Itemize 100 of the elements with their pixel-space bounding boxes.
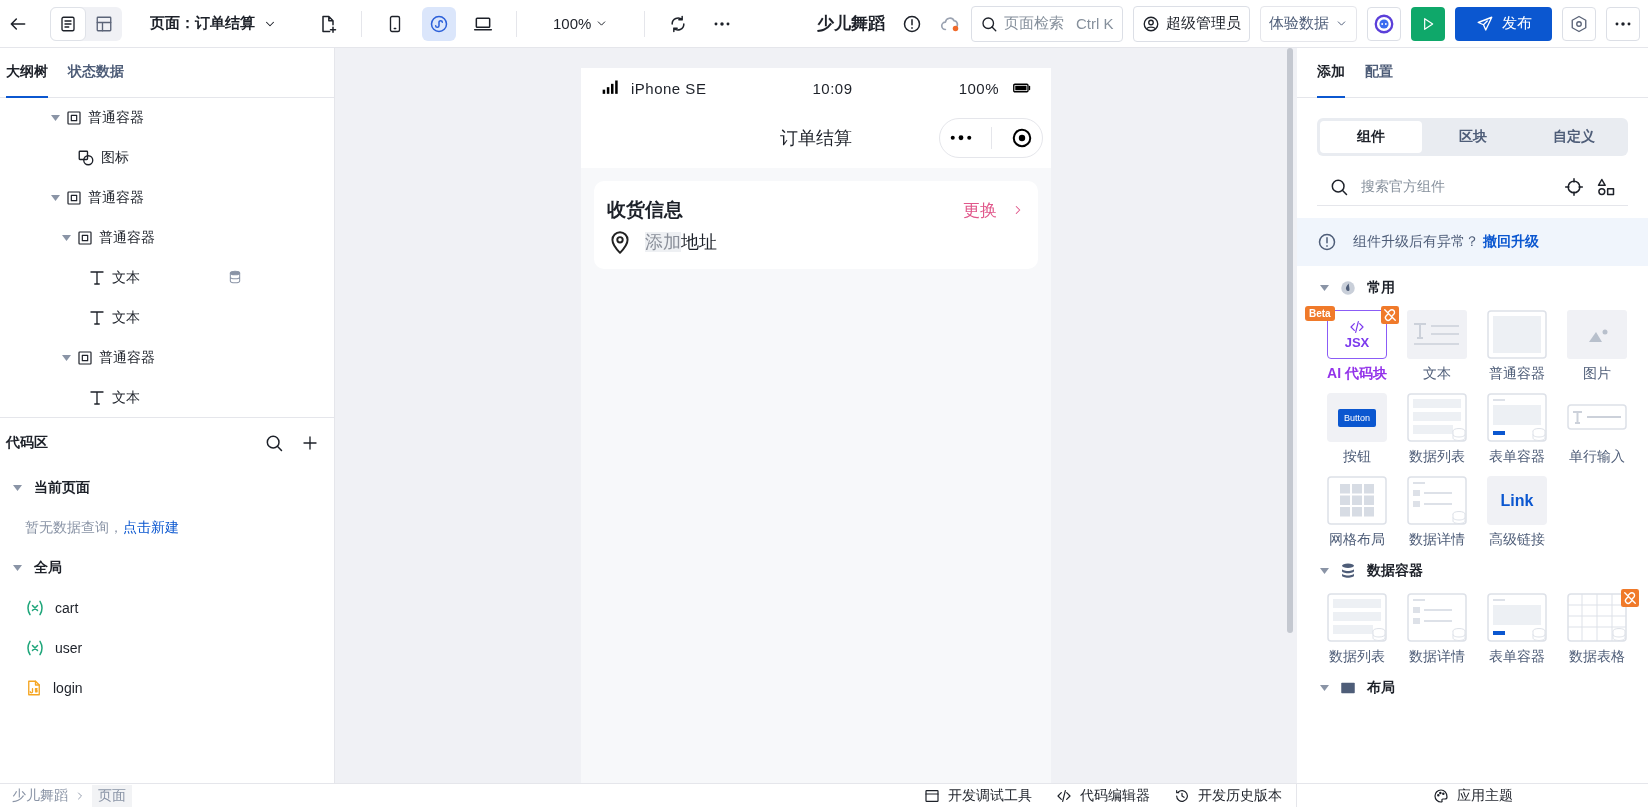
run-button[interactable]: [1411, 6, 1445, 41]
notice-text: 组件升级后有异常？: [1353, 233, 1479, 251]
plus-icon: [301, 434, 319, 452]
tree-item-label[interactable]: 普通容器: [99, 349, 155, 367]
status-time: 10:09: [812, 79, 853, 97]
shapes-icon[interactable]: [1596, 176, 1616, 197]
component-thumbnail[interactable]: [1327, 593, 1387, 642]
tree-item-label[interactable]: 文本: [112, 309, 140, 327]
panel-tab[interactable]: 添加: [1317, 48, 1345, 98]
segment-tab[interactable]: 自定义: [1523, 121, 1625, 153]
search-icon: [264, 433, 284, 453]
capsule-menu[interactable]: [939, 118, 1043, 158]
group-label[interactable]: 当前页面: [34, 479, 90, 497]
component-label[interactable]: 表单容器: [1489, 448, 1545, 466]
page-selector[interactable]: 页面：订单结算: [144, 13, 283, 34]
app-title: 少儿舞蹈: [817, 13, 885, 35]
panel-tab[interactable]: 大纲树: [6, 48, 48, 98]
code-item-label[interactable]: user: [55, 640, 83, 656]
component-thumbnail[interactable]: [1567, 310, 1627, 359]
caret-icon[interactable]: [50, 115, 60, 121]
tree-item-label[interactable]: 文本: [112, 389, 140, 407]
zoom-selector[interactable]: 100%: [547, 14, 615, 33]
page-title: 订单结算: [780, 127, 852, 150]
tool-button[interactable]: 开发调试工具: [924, 786, 1032, 805]
component-label[interactable]: 数据列表: [1409, 448, 1465, 466]
component-label[interactable]: 普通容器: [1489, 365, 1545, 383]
tree-item-label[interactable]: 普通容器: [88, 109, 144, 127]
component-label[interactable]: 文本: [1423, 365, 1451, 383]
tree-item-label[interactable]: 普通容器: [88, 189, 144, 207]
search-icon: [980, 14, 998, 33]
theme-button[interactable]: 应用主题: [1432, 786, 1513, 805]
target-icon: [1010, 127, 1033, 149]
assistant-button[interactable]: [1367, 6, 1401, 41]
caret-icon[interactable]: [50, 195, 60, 201]
more-icon: [714, 21, 731, 26]
group-label[interactable]: 全局: [34, 559, 62, 577]
create-link[interactable]: 点击新建: [123, 519, 179, 535]
panel-tab[interactable]: 状态数据: [68, 48, 124, 98]
segment-tab[interactable]: 组件: [1320, 121, 1422, 153]
layout-icon: [95, 14, 113, 33]
tree-item-label[interactable]: 普通容器: [99, 229, 155, 247]
component-label[interactable]: 按钮: [1343, 448, 1371, 466]
container-icon: [77, 230, 93, 246]
component-label[interactable]: 数据表格: [1569, 648, 1625, 666]
publish-button[interactable]: 发布: [1455, 6, 1552, 41]
caret-icon[interactable]: [1319, 568, 1329, 574]
caret-icon[interactable]: [12, 485, 22, 491]
view-mode-button[interactable]: [50, 6, 86, 41]
section-title[interactable]: 数据容器: [1367, 562, 1423, 580]
component-thumbnail[interactable]: [1487, 393, 1547, 442]
address-prompt[interactable]: 添加地址: [645, 230, 717, 254]
card-title: 收货信息: [607, 198, 684, 222]
component-thumbnail[interactable]: [1567, 593, 1627, 642]
tree-item-label[interactable]: 文本: [112, 269, 140, 287]
caret-icon[interactable]: [61, 235, 71, 241]
section-title[interactable]: 布局: [1367, 679, 1395, 697]
data-source-select[interactable]: 体验数据: [1260, 5, 1357, 42]
info-icon: [1317, 232, 1337, 252]
component-label[interactable]: 网格布局: [1329, 531, 1385, 549]
device-name: iPhone SE: [631, 79, 707, 97]
change-link[interactable]: 更换: [963, 198, 1025, 222]
database-icon: [228, 269, 242, 284]
component-thumbnail[interactable]: Link: [1487, 476, 1547, 525]
user-button[interactable]: 超级管理员: [1133, 5, 1250, 42]
unlink-icon: [1621, 589, 1639, 607]
send-icon: [1475, 14, 1494, 33]
component-thumbnail[interactable]: [1487, 593, 1547, 642]
caret-icon[interactable]: [12, 565, 22, 571]
tree-item-label[interactable]: 图标: [101, 149, 129, 167]
component-label[interactable]: 图片: [1583, 365, 1611, 383]
component-thumbnail[interactable]: [1407, 593, 1467, 642]
component-label[interactable]: 表单容器: [1489, 648, 1545, 666]
code-item-label[interactable]: login: [53, 680, 83, 696]
panel-tab[interactable]: 配置: [1365, 48, 1393, 98]
component-thumbnail[interactable]: [1487, 310, 1547, 359]
section-title[interactable]: 常用: [1367, 279, 1395, 297]
component-label[interactable]: AI 代码块: [1327, 365, 1387, 383]
caret-icon[interactable]: [61, 355, 71, 361]
component-label[interactable]: 高级链接: [1489, 531, 1545, 549]
component-label[interactable]: 单行输入: [1569, 448, 1625, 466]
component-thumbnail[interactable]: [1327, 476, 1387, 525]
segment-tab[interactable]: 区块: [1421, 121, 1524, 153]
tool-button[interactable]: 代码编辑器: [1056, 786, 1150, 805]
scrollbar[interactable]: [1287, 48, 1293, 633]
code-item-label[interactable]: cart: [55, 600, 79, 616]
component-thumbnail[interactable]: [1407, 476, 1467, 525]
caret-icon[interactable]: [1319, 685, 1329, 691]
settings-button[interactable]: [1562, 6, 1596, 41]
more-button[interactable]: [1606, 6, 1640, 41]
component-thumbnail[interactable]: Button: [1327, 393, 1387, 442]
component-thumbnail[interactable]: [1407, 310, 1467, 359]
component-thumbnail[interactable]: [1407, 393, 1467, 442]
component-label[interactable]: 数据详情: [1409, 648, 1465, 666]
text-icon: [88, 309, 106, 327]
undo-upgrade-link[interactable]: 撤回升级: [1483, 233, 1539, 251]
tool-button[interactable]: 开发历史版本: [1174, 786, 1282, 805]
component-label[interactable]: 数据详情: [1409, 531, 1465, 549]
crosshair-icon[interactable]: [1564, 176, 1584, 197]
component-label[interactable]: 数据列表: [1329, 648, 1385, 666]
caret-icon[interactable]: [1319, 285, 1329, 291]
